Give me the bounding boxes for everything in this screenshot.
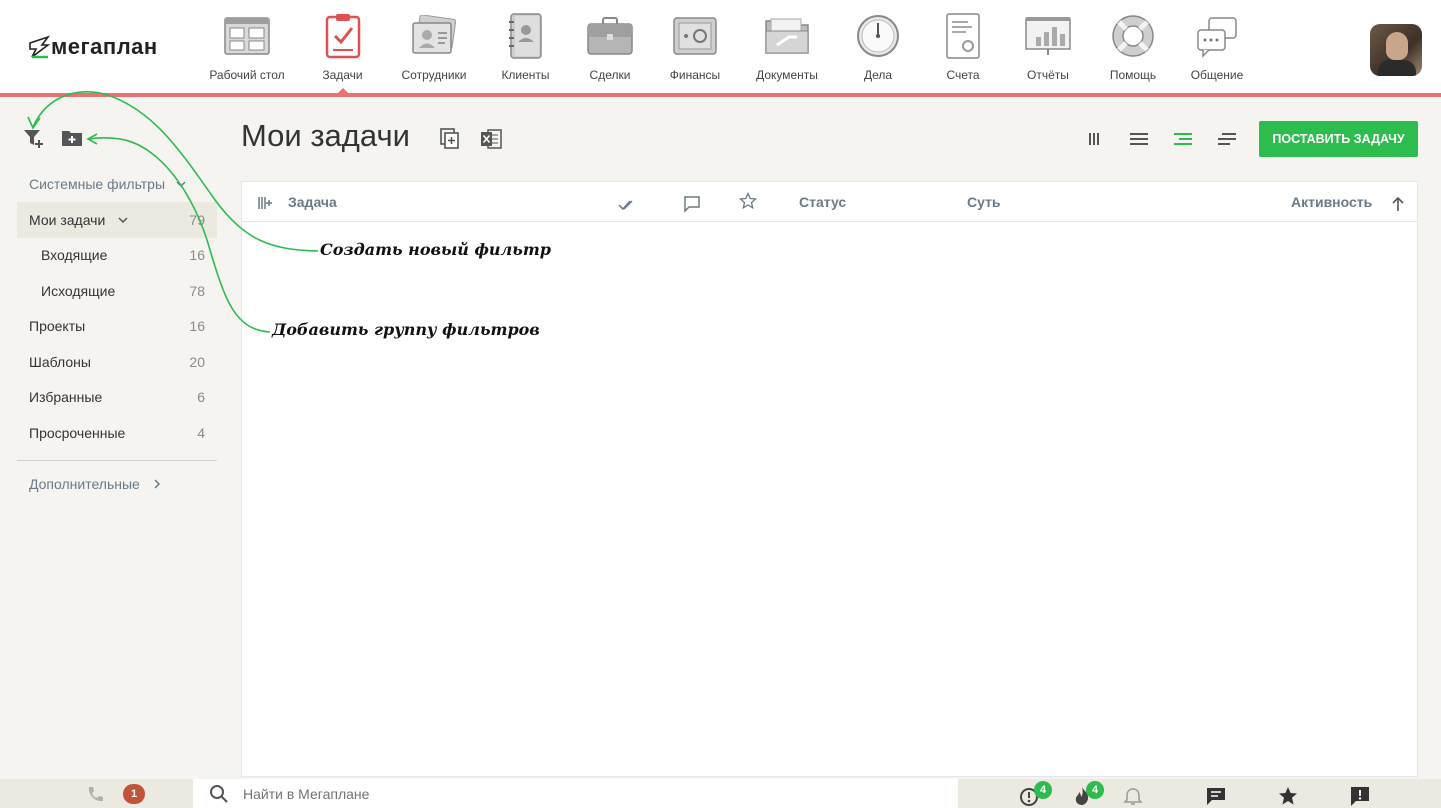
alerts-badge: 4 — [1034, 781, 1052, 799]
arrow-create-filter — [32, 91, 319, 252]
search-input[interactable] — [243, 785, 923, 802]
bell-icon[interactable] — [1123, 787, 1143, 807]
phone-icon[interactable] — [85, 785, 105, 805]
annotation-create-filter: Создать новый фильтр — [320, 240, 551, 259]
annotation-add-group: Добавить группу фильтров — [272, 320, 540, 339]
bottom-bar: 1 4 4 — [0, 779, 1441, 808]
messages-icon[interactable] — [1206, 786, 1226, 806]
search-icon — [210, 784, 228, 803]
hot-badge: 4 — [1086, 781, 1104, 799]
global-search — [193, 779, 958, 808]
missed-calls-badge[interactable]: 1 — [123, 784, 145, 804]
annotation-arrows — [27, 91, 319, 333]
star-icon[interactable] — [1278, 786, 1298, 806]
feedback-icon[interactable] — [1350, 786, 1370, 806]
arrow-add-group — [88, 137, 271, 333]
